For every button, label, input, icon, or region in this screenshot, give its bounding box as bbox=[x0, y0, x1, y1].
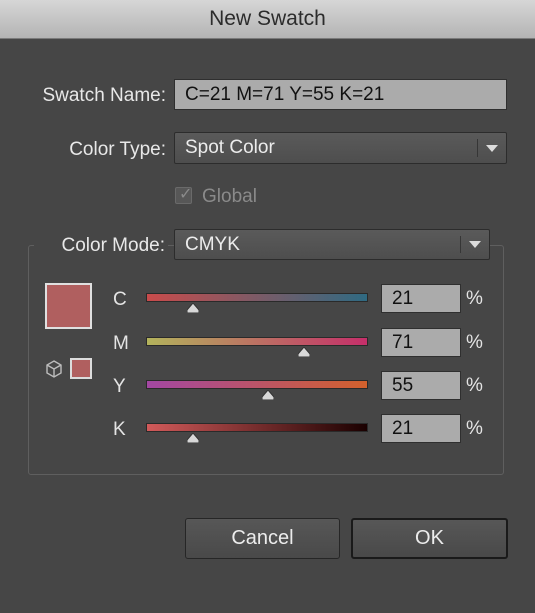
global-checkbox[interactable]: ✓ bbox=[175, 186, 193, 204]
slider-track-c[interactable] bbox=[146, 293, 368, 302]
window-title: New Swatch bbox=[209, 7, 326, 30]
channel-value: 55 bbox=[392, 374, 414, 396]
out-of-gamut-swatch[interactable] bbox=[70, 358, 92, 379]
slider-thumb-k[interactable] bbox=[186, 433, 199, 443]
cube-icon[interactable] bbox=[44, 359, 64, 379]
swatch-name-label: Swatch Name: bbox=[42, 85, 166, 106]
slider-thumb-c[interactable] bbox=[186, 303, 199, 313]
slider-track-m[interactable] bbox=[146, 337, 368, 346]
color-mode-value: CMYK bbox=[185, 233, 240, 255]
cancel-button[interactable]: Cancel bbox=[185, 518, 340, 559]
color-mode-select[interactable]: CMYK bbox=[174, 229, 490, 260]
channel-value: 21 bbox=[392, 417, 414, 439]
channel-value-input-c[interactable]: 21 bbox=[381, 284, 461, 313]
color-mode-label: Color Mode: bbox=[61, 235, 166, 256]
swatch-name-input[interactable]: C=21 M=71 Y=55 K=21 bbox=[174, 79, 507, 110]
percent-unit: % bbox=[466, 375, 483, 396]
select-divider bbox=[460, 236, 461, 253]
channel-label-y: Y bbox=[113, 376, 126, 397]
global-label: Global bbox=[202, 186, 257, 207]
color-type-value: Spot Color bbox=[185, 137, 275, 158]
channel-label-m: M bbox=[113, 333, 129, 354]
ok-button[interactable]: OK bbox=[351, 518, 508, 559]
title-bar[interactable]: New Swatch bbox=[0, 0, 535, 39]
slider-thumb-m[interactable] bbox=[297, 347, 310, 357]
channel-value-input-m[interactable]: 71 bbox=[381, 328, 461, 357]
channel-label-c: C bbox=[113, 289, 127, 310]
channel-value-input-y[interactable]: 55 bbox=[381, 371, 461, 400]
checkmark-icon: ✓ bbox=[179, 186, 193, 203]
color-preview-swatch bbox=[45, 283, 92, 329]
channel-label-k: K bbox=[113, 419, 126, 440]
chevron-down-icon bbox=[469, 241, 481, 248]
slider-track-y[interactable] bbox=[146, 380, 368, 389]
channel-value: 71 bbox=[392, 331, 414, 353]
percent-unit: % bbox=[466, 332, 483, 353]
new-swatch-dialog: New Swatch Swatch Name: C=21 M=71 Y=55 K… bbox=[0, 0, 535, 613]
select-divider bbox=[477, 139, 478, 157]
chevron-down-icon bbox=[486, 145, 498, 152]
color-type-label: Color Type: bbox=[69, 139, 166, 160]
swatch-name-value: C=21 M=71 Y=55 K=21 bbox=[185, 83, 385, 105]
percent-unit: % bbox=[466, 288, 483, 309]
channel-value: 21 bbox=[392, 287, 414, 309]
color-type-select[interactable]: Spot Color bbox=[174, 132, 507, 164]
channel-value-input-k[interactable]: 21 bbox=[381, 414, 461, 443]
slider-track-k[interactable] bbox=[146, 423, 368, 432]
percent-unit: % bbox=[466, 418, 483, 439]
slider-thumb-y[interactable] bbox=[262, 390, 275, 400]
